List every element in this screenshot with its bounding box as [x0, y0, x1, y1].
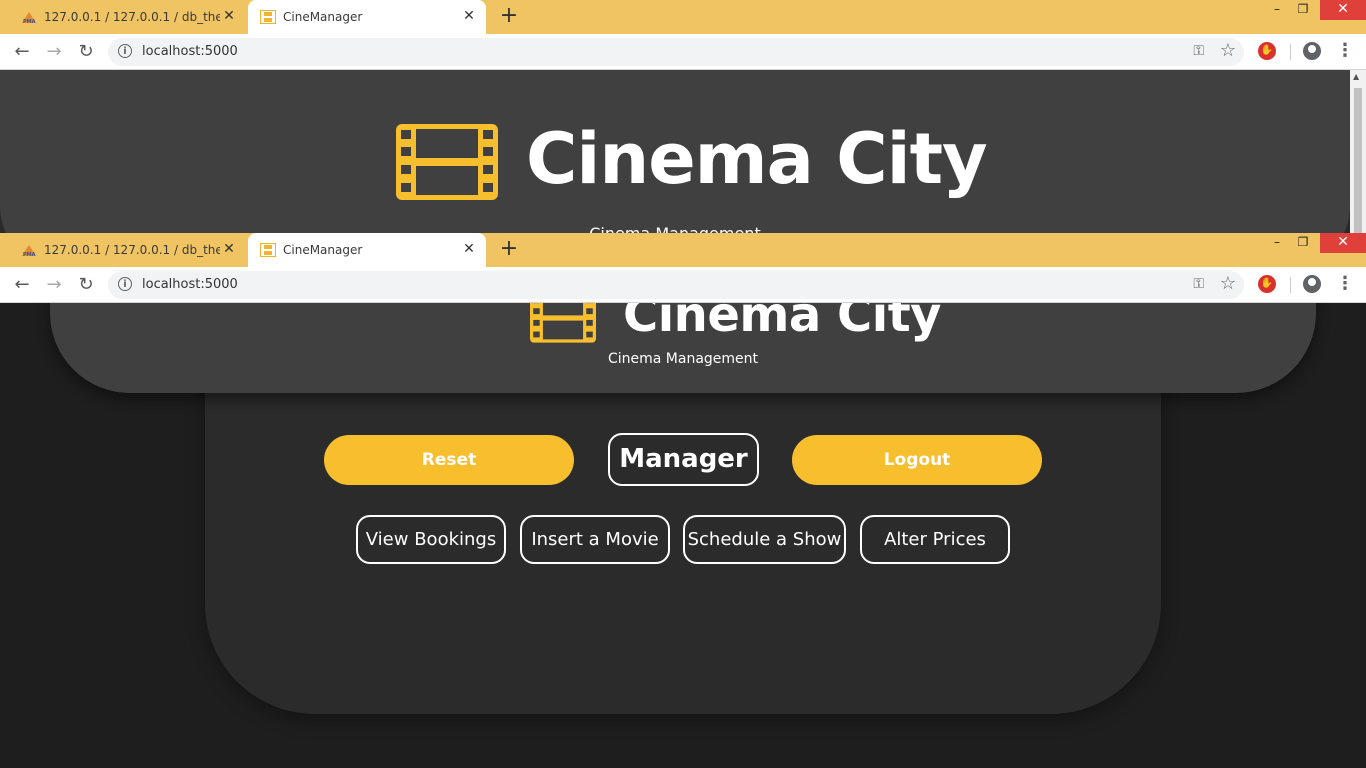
tab-title: CineManager [283, 243, 363, 257]
page: Cinema City Cinema Management Reset Mana… [0, 303, 1366, 768]
extension-icon[interactable]: ✋ [1258, 42, 1276, 60]
maximize-button[interactable]: ❐ [1288, 233, 1318, 253]
tab-cinemanager[interactable]: CineManager ✕ [248, 233, 486, 267]
star-icon[interactable]: ☆ [1220, 40, 1236, 61]
film-icon [260, 10, 276, 24]
browser-toolbar: ← → ↻ i localhost:5000 ⚿ ☆ ✋ ⋮ [0, 267, 1366, 303]
insert-movie-button[interactable]: Insert a Movie [520, 515, 670, 564]
tab-title: 127.0.0.1 / 127.0.0.1 / db_theatre [44, 10, 220, 24]
page-back: Cinema City Cinema Management ▲ [0, 70, 1366, 234]
alter-prices-button[interactable]: Alter Prices [860, 515, 1010, 564]
new-tab-button[interactable]: + [498, 238, 520, 261]
site-title: Cinema City [526, 118, 988, 200]
maximize-button[interactable]: ❐ [1288, 0, 1318, 20]
back-arrow-icon[interactable]: ← [10, 40, 34, 64]
url-text[interactable]: localhost:5000 [142, 44, 238, 59]
scroll-up-icon[interactable]: ▲ [1353, 72, 1359, 81]
info-icon[interactable]: i [118, 277, 132, 291]
toolbar-divider [1290, 277, 1291, 293]
back-arrow-icon[interactable]: ← [10, 273, 34, 297]
film-icon [260, 243, 276, 257]
key-icon[interactable]: ⚿ [1193, 276, 1204, 292]
phpmyadmin-icon: PMA [22, 12, 36, 25]
brand: Cinema City [530, 303, 950, 353]
header-card: Cinema City Cinema Management [0, 70, 1350, 234]
address-bar[interactable]: i localhost:5000 ⚿ ☆ [108, 38, 1244, 66]
brand: Cinema City [396, 118, 996, 212]
phpmyadmin-icon: PMA [22, 245, 36, 258]
scrollbar-thumb[interactable] [1354, 88, 1362, 234]
close-tab-icon[interactable]: ✕ [220, 7, 238, 25]
tab-strip: PMA 127.0.0.1 / 127.0.0.1 / db_theatre ✕… [0, 233, 1366, 267]
svg-text:PMA: PMA [23, 19, 36, 25]
forward-arrow-icon[interactable]: → [42, 40, 66, 64]
account-icon[interactable] [1303, 275, 1321, 293]
toolbar-divider [1290, 44, 1291, 60]
close-window-button[interactable]: ✕ [1320, 0, 1366, 20]
manager-role-button[interactable]: Manager [608, 433, 759, 486]
scrollbar[interactable]: ▲ [1350, 70, 1366, 234]
tab-title: 127.0.0.1 / 127.0.0.1 / db_theatre [44, 243, 220, 257]
site-title: Cinema City [623, 303, 941, 343]
header-card: Cinema City Cinema Management [50, 303, 1316, 393]
extension-icon[interactable]: ✋ [1258, 275, 1276, 293]
reload-icon[interactable]: ↻ [74, 273, 98, 297]
account-icon[interactable] [1303, 42, 1321, 60]
url-text[interactable]: localhost:5000 [142, 277, 238, 292]
tab-phpmyadmin[interactable]: PMA 127.0.0.1 / 127.0.0.1 / db_theatre ✕ [14, 233, 246, 267]
star-icon[interactable]: ☆ [1220, 273, 1236, 294]
svg-text:PMA: PMA [23, 252, 36, 258]
browser-chrome-back: PMA 127.0.0.1 / 127.0.0.1 / db_theatre ✕… [0, 0, 1366, 70]
browser-chrome: PMA 127.0.0.1 / 127.0.0.1 / db_theatre ✕… [0, 233, 1366, 303]
view-bookings-button[interactable]: View Bookings [356, 515, 506, 564]
tab-phpmyadmin[interactable]: PMA 127.0.0.1 / 127.0.0.1 / db_theatre ✕ [14, 0, 246, 34]
logout-button[interactable]: Logout [792, 435, 1042, 485]
site-subtitle: Cinema Management [607, 351, 759, 367]
close-tab-icon[interactable]: ✕ [460, 7, 478, 25]
tab-strip: PMA 127.0.0.1 / 127.0.0.1 / db_theatre ✕… [0, 0, 1366, 34]
close-window-button[interactable]: ✕ [1320, 233, 1366, 253]
info-icon[interactable]: i [118, 44, 132, 58]
film-icon [530, 303, 596, 343]
close-tab-icon[interactable]: ✕ [460, 240, 478, 258]
close-tab-icon[interactable]: ✕ [220, 240, 238, 258]
menu-icon[interactable]: ⋮ [1336, 42, 1354, 60]
reset-button[interactable]: Reset [324, 435, 574, 485]
new-tab-button[interactable]: + [498, 5, 520, 28]
browser-toolbar: ← → ↻ i localhost:5000 ⚿ ☆ ✋ ⋮ [0, 34, 1366, 70]
forward-arrow-icon[interactable]: → [42, 273, 66, 297]
schedule-show-button[interactable]: Schedule a Show [683, 515, 846, 564]
key-icon[interactable]: ⚿ [1193, 43, 1204, 59]
reload-icon[interactable]: ↻ [74, 40, 98, 64]
address-bar[interactable]: i localhost:5000 ⚿ ☆ [108, 271, 1244, 299]
tab-cinemanager[interactable]: CineManager ✕ [248, 0, 486, 34]
film-icon [396, 124, 498, 200]
tab-title: CineManager [283, 10, 363, 24]
menu-icon[interactable]: ⋮ [1336, 275, 1354, 293]
